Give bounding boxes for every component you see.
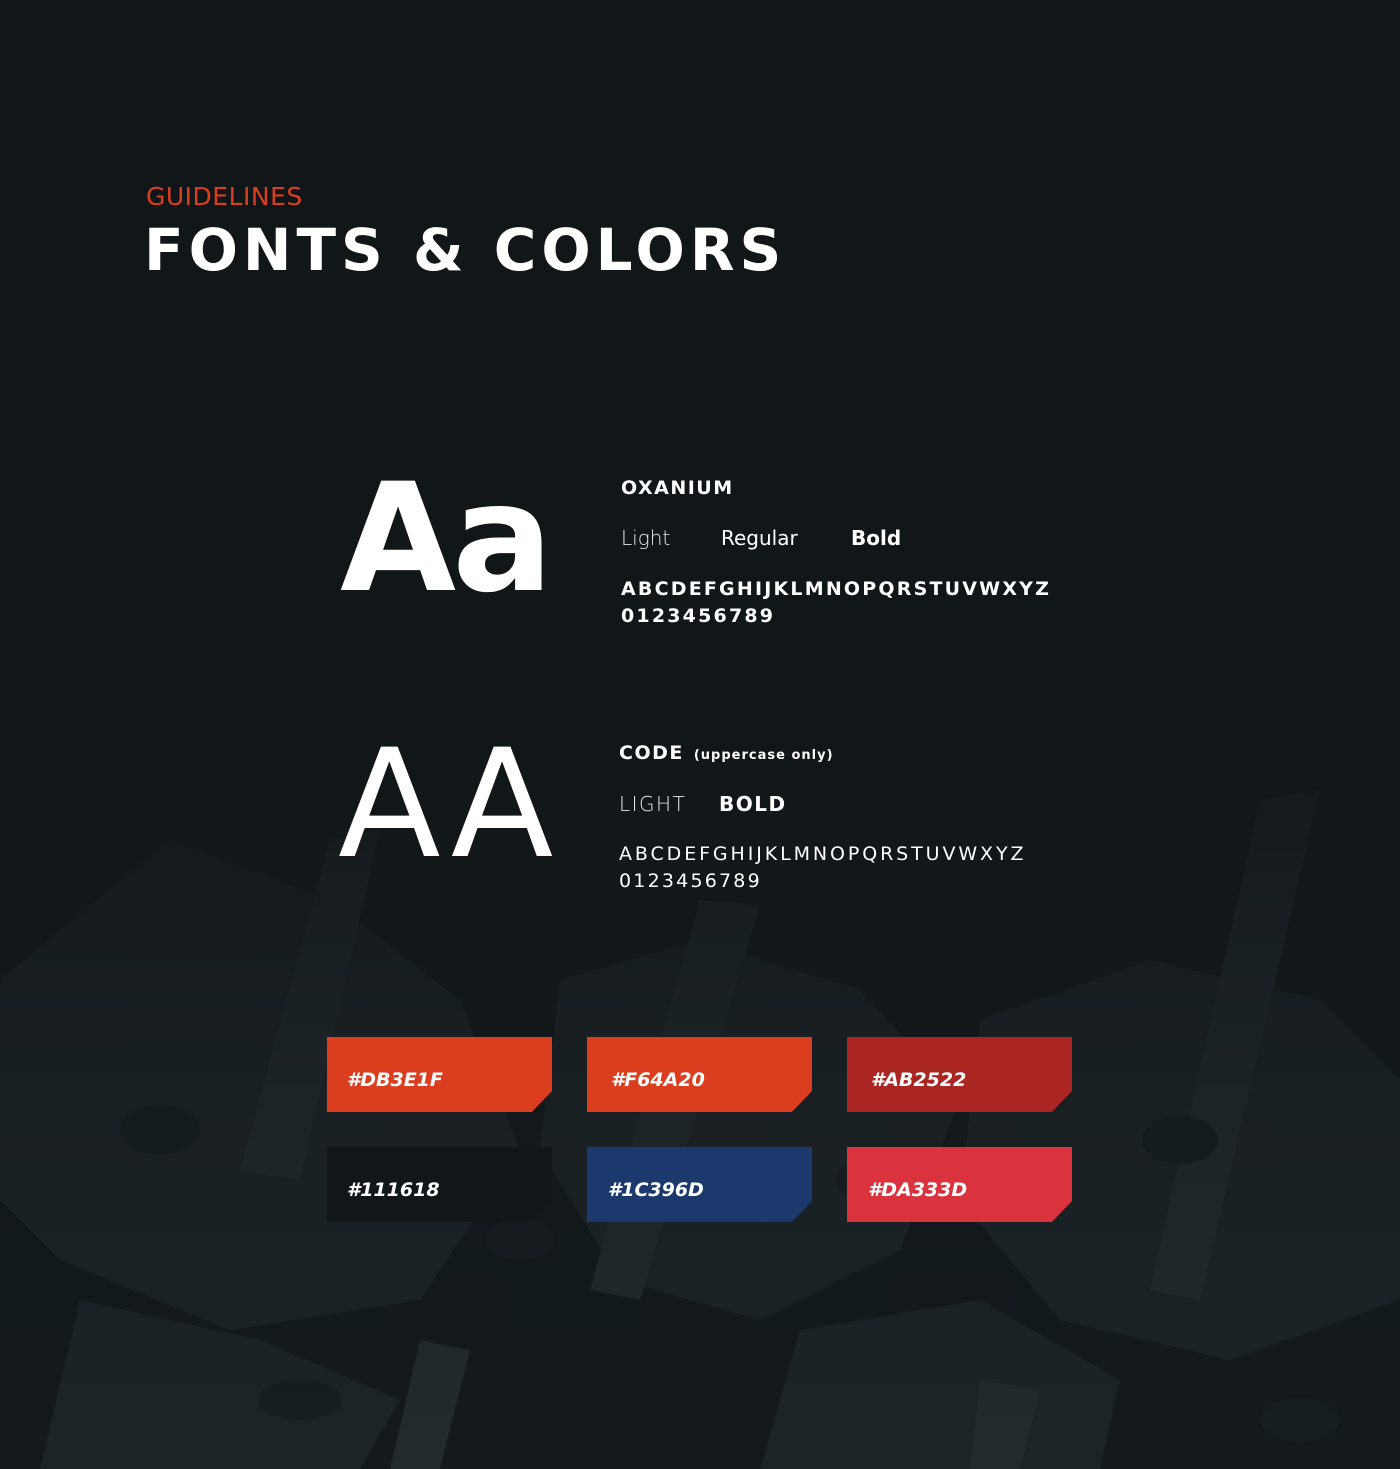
weight-regular: Regular <box>721 526 798 550</box>
color-hex-label: #DA333D <box>868 1178 968 1201</box>
weight-light: Light <box>621 526 671 550</box>
section-eyebrow: GUIDELINES <box>146 182 303 211</box>
font-name-label: OXANIUM <box>621 477 734 499</box>
glyph-digits-oxanium: 0123456789 <box>621 605 776 627</box>
page-title: FONTS & COLORS <box>144 216 787 284</box>
color-hex-label: #AB2522 <box>871 1068 967 1091</box>
color-hex-label: #111618 <box>347 1178 440 1201</box>
font-name-code: CODE (uppercase only) <box>619 742 834 764</box>
font-usage-note: (uppercase only) <box>693 748 834 763</box>
font-specimen-code: AA <box>338 718 560 892</box>
color-hex-label: #1C396D <box>608 1178 704 1201</box>
color-swatch: #F64A20 <box>587 1037 812 1112</box>
glyph-alphabet-code: ABCDEFGHIJKLMNOPQRSTUVWXYZ <box>619 843 1027 865</box>
color-swatch: #DB3E1F <box>327 1037 552 1112</box>
font-name-label: CODE <box>619 742 684 764</box>
color-swatch: #1C396D <box>587 1147 812 1222</box>
color-hex-label: #DB3E1F <box>347 1068 443 1091</box>
color-swatch: #DA333D <box>847 1147 1072 1222</box>
color-hex-label: #F64A20 <box>611 1068 705 1091</box>
glyph-digits-code: 0123456789 <box>619 870 762 892</box>
glyph-alphabet-oxanium: ABCDEFGHIJKLMNOPQRSTUVWXYZ <box>621 578 1052 600</box>
color-swatch: #111618 <box>327 1147 552 1222</box>
weight-light: LIGHT <box>619 792 687 816</box>
color-swatch: #AB2522 <box>847 1037 1072 1112</box>
weight-bold: BOLD <box>719 792 787 816</box>
weight-bold: Bold <box>851 526 902 550</box>
font-specimen-oxanium: Aa <box>340 452 553 626</box>
font-name-oxanium: OXANIUM <box>621 477 734 499</box>
